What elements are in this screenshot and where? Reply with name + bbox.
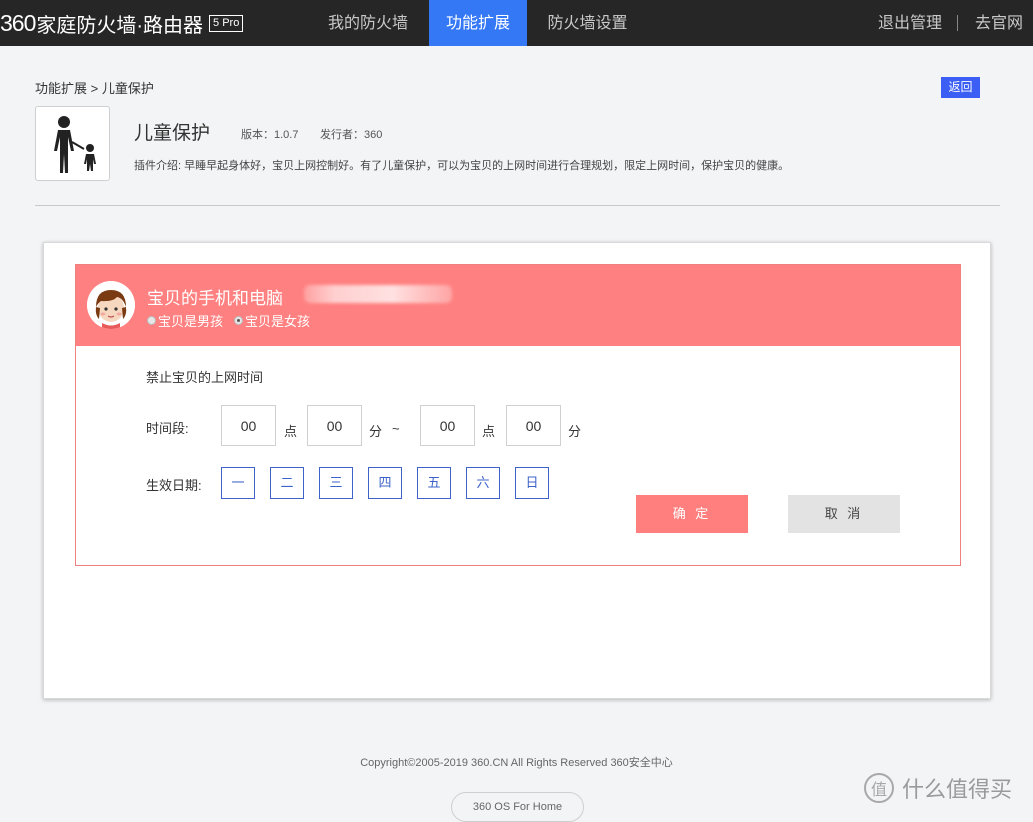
girl-avatar-icon (87, 281, 135, 329)
top-bar: 360 家庭防火墙·路由器 5 Pro 我的防火墙 功能扩展 防火墙设置 退出管… (0, 0, 1033, 46)
device-title: 宝贝的手机和电脑 (147, 289, 283, 308)
brand-logo[interactable]: 360 家庭防火墙·路由器 5 Pro (0, 9, 244, 37)
end-minute-unit: 分 (568, 424, 582, 439)
start-minute-unit: 分 (369, 424, 383, 439)
end-minute-input[interactable]: 00 (506, 405, 561, 446)
start-minute-input[interactable]: 00 (307, 405, 362, 446)
logo-number: 360 (0, 9, 36, 36)
plugin-version: 版本：1.0.7 (241, 129, 299, 141)
header-divider (35, 205, 1000, 206)
gender-girl-label: 宝贝是女孩 (245, 314, 311, 329)
cancel-button[interactable]: 取 消 (788, 495, 900, 533)
back-button[interactable]: 返回 (941, 77, 980, 98)
confirm-button[interactable]: 确 定 (636, 495, 748, 533)
os-badge[interactable]: 360 OS For Home (451, 792, 584, 822)
breadcrumb: 功能扩展 > 儿童保护 (35, 81, 154, 96)
radio-icon[interactable] (147, 316, 156, 325)
plugin-publisher: 发行者：360 (320, 129, 383, 141)
official-site-link[interactable]: 去官网 (975, 0, 1023, 46)
gender-girl-radio[interactable]: 宝贝是女孩 (234, 311, 310, 330)
gender-boy-radio[interactable]: 宝贝是男孩 (147, 311, 223, 330)
top-separator (957, 15, 958, 31)
effective-days-label: 生效日期: (146, 478, 202, 493)
device-card-header: 宝贝的手机和电脑 宝贝是男孩 宝贝是女孩 (76, 265, 960, 346)
gender-boy-label: 宝贝是男孩 (158, 314, 224, 329)
watermark-logo-icon: 值 (864, 773, 894, 803)
logo-text: 家庭防火墙·路由器 (36, 14, 204, 37)
watermark: 值 什么值得买 (864, 772, 1012, 804)
radio-checked-icon[interactable] (234, 316, 243, 325)
day-button-tue[interactable]: 二 (270, 467, 304, 499)
copyright-text: Copyright©2005-2019 360.CN All Rights Re… (360, 757, 673, 769)
day-button-sat[interactable]: 六 (466, 467, 500, 499)
day-button-fri[interactable]: 五 (417, 467, 451, 499)
tab-my-firewall[interactable]: 我的防火墙 (310, 0, 426, 46)
plugin-title: 儿童保护 (134, 123, 211, 144)
tab-firewall-settings[interactable]: 防火墙设置 (530, 0, 645, 46)
blurred-device-name (304, 285, 452, 303)
section-title: 禁止宝贝的上网时间 (146, 370, 264, 385)
range-separator: ~ (392, 421, 400, 436)
start-hour-unit: 点 (284, 424, 298, 439)
plugin-intro: 插件介绍: 早睡早起身体好，宝贝上网控制好。有了儿童保护，可以为宝贝的上网时间进… (134, 160, 790, 172)
day-button-mon[interactable]: 一 (221, 467, 255, 499)
day-button-thu[interactable]: 四 (368, 467, 402, 499)
logo-badge: 5 Pro (209, 14, 244, 32)
time-range-label: 时间段: (146, 421, 189, 436)
tab-extensions[interactable]: 功能扩展 (429, 0, 527, 46)
logout-link[interactable]: 退出管理 (878, 0, 942, 46)
day-button-wed[interactable]: 三 (319, 467, 353, 499)
end-hour-unit: 点 (482, 424, 496, 439)
day-button-sun[interactable]: 日 (515, 467, 549, 499)
start-hour-input[interactable]: 00 (221, 405, 276, 446)
watermark-text: 什么值得买 (902, 777, 1013, 802)
child-protection-icon (35, 106, 110, 181)
end-hour-input[interactable]: 00 (420, 405, 475, 446)
